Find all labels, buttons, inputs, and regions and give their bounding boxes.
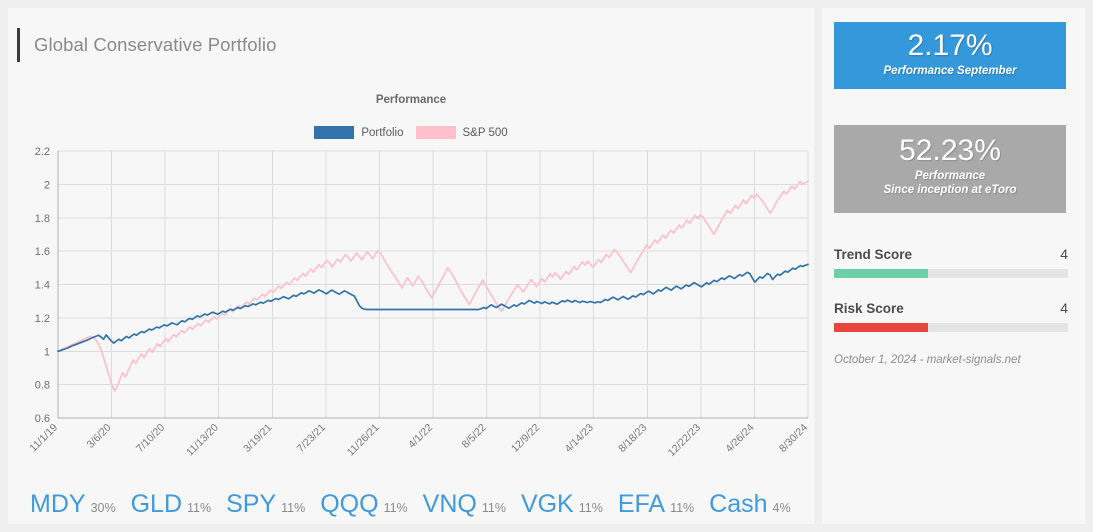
holding-symbol: VGK xyxy=(520,490,574,518)
x-axis-tick-label: 12/22/23 xyxy=(666,422,703,459)
score-risk-head: Risk Score 4 xyxy=(834,300,1068,316)
score-trend: Trend Score 4 xyxy=(834,246,1068,278)
legend-swatch-sp500 xyxy=(415,126,456,139)
x-axis-tick-label: 8/5/22 xyxy=(460,422,489,451)
holding-item[interactable]: VGK 11% xyxy=(521,490,603,519)
stat-secondary-value: 52.23% xyxy=(899,134,1001,167)
y-axis-tick-label: 1.4 xyxy=(35,280,50,292)
holding-item[interactable]: SPY 11% xyxy=(226,490,305,519)
holding-symbol: EFA xyxy=(617,490,666,518)
holding-symbol: MDY xyxy=(30,490,86,518)
x-axis-tick-label: 12/9/22 xyxy=(509,422,542,455)
page-title: Global Conservative Portfolio xyxy=(34,34,277,55)
y-axis-tick-label: 0.8 xyxy=(35,380,50,392)
chart-legend: Portfolio S&P 500 xyxy=(8,126,814,139)
chart-title: Performance xyxy=(375,94,447,106)
holding-weight: 11% xyxy=(281,501,306,515)
stat-secondary-caption-line1: Performance xyxy=(914,169,986,182)
holding-item[interactable]: Cash 4% xyxy=(709,490,790,519)
score-trend-label: Trend Score xyxy=(834,247,913,262)
performance-chart[interactable]: 0.6 0.8 1 1.2 1.4 1.6 1.8 2 2.2 11/1/19 3/6/20 7/10… xyxy=(8,142,814,478)
stat-card-performance-month: 2.17% Performance September xyxy=(834,22,1066,89)
y-axis-tick-label: 1.6 xyxy=(35,246,50,258)
score-trend-value: 4 xyxy=(1060,246,1068,262)
y-axis-tick-label: 1.2 xyxy=(35,313,50,325)
y-axis-tick-label: 0.6 xyxy=(35,413,50,425)
legend-item-portfolio[interactable]: Portfolio xyxy=(314,126,404,139)
footer-note: October 1, 2024 - market-signals.net xyxy=(834,354,1021,366)
stat-secondary-caption-line2: Since inception at eToro xyxy=(883,184,1017,197)
x-axis-tick-label: 7/23/21 xyxy=(295,422,328,455)
score-risk: Risk Score 4 xyxy=(834,300,1068,332)
y-axis-tick-label: 2 xyxy=(44,179,50,191)
x-axis-tick-label: 8/18/23 xyxy=(616,422,649,455)
holding-symbol: QQQ xyxy=(320,490,379,518)
holding-symbol: SPY xyxy=(226,490,277,518)
x-axis-tick-label: 8/30/24 xyxy=(777,422,810,455)
score-risk-fill xyxy=(834,323,928,332)
legend-label-portfolio: Portfolio xyxy=(361,126,404,139)
x-axis-tick-label: 11/26/21 xyxy=(345,422,382,459)
y-axis-tick-label: 1 xyxy=(44,346,50,358)
legend-label-sp500: S&P 500 xyxy=(462,126,508,139)
holding-weight: 11% xyxy=(187,501,212,515)
holding-weight: 11% xyxy=(670,501,695,515)
legend-swatch-portfolio xyxy=(314,126,355,139)
holding-weight: 11% xyxy=(383,501,408,515)
stat-primary-value: 2.17% xyxy=(907,29,993,62)
holding-symbol: GLD xyxy=(130,490,182,518)
holding-item[interactable]: EFA 11% xyxy=(618,490,694,519)
x-axis-tick-label: 11/1/19 xyxy=(27,422,60,455)
score-risk-value: 4 xyxy=(1060,300,1068,316)
holding-item[interactable]: MDY 30% xyxy=(30,490,116,519)
performance-chart-svg: 0.6 0.8 1 1.2 1.4 1.6 1.8 2 2.2 11/1/19 3/6/20 7/10… xyxy=(27,146,810,459)
holding-item[interactable]: QQQ 11% xyxy=(320,490,407,519)
holding-symbol: VNQ xyxy=(422,490,477,518)
holdings-list: MDY 30% GLD 11% SPY 11% QQQ 11% VNQ 11% VGK 11% EFA 1… xyxy=(30,490,791,519)
page-title-row: Global Conservative Portfolio xyxy=(17,26,277,64)
x-axis-tick-label: 11/13/20 xyxy=(184,422,221,459)
x-axis-tick-label: 7/10/20 xyxy=(134,422,167,455)
title-accent-bar xyxy=(17,28,20,62)
summary-panel: 2.17% Performance September 52.23% Perfo… xyxy=(822,8,1085,524)
y-axis-tick-label: 1.8 xyxy=(35,213,50,225)
holding-item[interactable]: VNQ 11% xyxy=(423,490,506,519)
x-axis-tick-label: 3/19/21 xyxy=(241,422,274,455)
holding-item[interactable]: GLD 11% xyxy=(131,490,212,519)
holding-weight: 11% xyxy=(578,501,603,515)
score-trend-fill xyxy=(834,269,928,278)
score-risk-track xyxy=(834,323,1068,332)
x-axis-tick-label: 3/6/20 xyxy=(85,422,114,451)
stat-primary-caption: Performance September xyxy=(883,64,1017,77)
x-axis-tick-label: 4/14/23 xyxy=(563,422,596,455)
holding-symbol: Cash xyxy=(709,490,768,518)
x-axis-tick-label: 4/26/24 xyxy=(723,422,756,455)
score-trend-head: Trend Score 4 xyxy=(834,246,1068,262)
y-axis-tick-label: 2.2 xyxy=(35,146,50,158)
stat-card-performance-inception: 52.23% Performance Since inception at eT… xyxy=(834,125,1066,213)
portfolio-dashboard: Global Conservative Portfolio Performanc… xyxy=(0,0,1093,532)
legend-item-sp500[interactable]: S&P 500 xyxy=(415,126,508,139)
holding-weight: 4% xyxy=(772,501,791,515)
holding-weight: 30% xyxy=(90,501,116,515)
score-trend-track xyxy=(834,269,1068,278)
x-axis-tick-label: 4/1/22 xyxy=(406,422,435,451)
chart-card: Global Conservative Portfolio Performanc… xyxy=(8,8,814,524)
score-risk-label: Risk Score xyxy=(834,301,904,316)
holding-weight: 11% xyxy=(481,501,506,515)
